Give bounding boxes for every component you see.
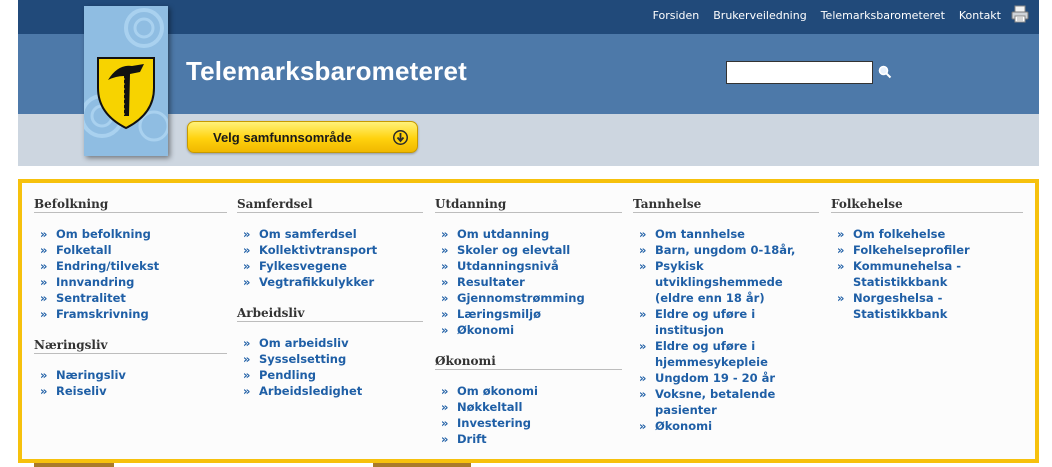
heading-utdanning: Utdanning bbox=[435, 197, 622, 213]
printer-icon[interactable] bbox=[1011, 5, 1029, 23]
menu-link[interactable]: Kollektivtransport bbox=[237, 242, 423, 258]
magnifier-icon[interactable] bbox=[878, 65, 892, 79]
circle-arrow-down-icon bbox=[393, 130, 408, 145]
menu-link[interactable]: Skoler og elevtall bbox=[435, 242, 622, 258]
menu-link[interactable]: Eldre og uføre i institusjon bbox=[633, 306, 819, 338]
menu-link[interactable]: Arbeidsledighet bbox=[237, 383, 423, 399]
menu-link[interactable]: Folkehelseprofiler bbox=[831, 242, 1023, 258]
heading-tannhelse: Tannhelse bbox=[633, 197, 819, 213]
nav-link-kontakt[interactable]: Kontakt bbox=[959, 9, 1001, 22]
menu-link[interactable]: Sentralitet bbox=[34, 290, 227, 306]
menu-link[interactable]: Pendling bbox=[237, 367, 423, 383]
menu-link[interactable]: Læringsmiljø bbox=[435, 306, 622, 322]
coat-of-arms-icon bbox=[84, 8, 168, 142]
menu-link[interactable]: Om tannhelse bbox=[633, 226, 819, 242]
menu-link[interactable]: Kommunehelsa - Statistikkbank bbox=[831, 258, 1023, 290]
menu-link[interactable]: Sysselsetting bbox=[237, 351, 423, 367]
menu-link[interactable]: Barn, ungdom 0-18år, bbox=[633, 242, 819, 258]
nav-link-brukerveiledning[interactable]: Brukerveiledning bbox=[713, 9, 806, 22]
list-folkehelse: Om folkehelse Folkehelseprofiler Kommune… bbox=[831, 226, 1023, 322]
menu-column-5: Folkehelse Om folkehelse Folkehelseprofi… bbox=[831, 197, 1023, 322]
list-befolkning: Om befolkning Folketall Endring/tilvekst… bbox=[34, 226, 227, 322]
menu-link[interactable]: Fylkesvegene bbox=[237, 258, 423, 274]
list-naeringsliv: Næringsliv Reiseliv bbox=[34, 367, 227, 399]
site-title[interactable]: Telemarksbarometeret bbox=[186, 56, 467, 87]
menu-link[interactable]: Ungdom 19 - 20 år bbox=[633, 370, 819, 386]
thumbnail-strip bbox=[34, 463, 114, 467]
heading-folkehelse: Folkehelse bbox=[831, 197, 1023, 213]
menu-link[interactable]: Endring/tilvekst bbox=[34, 258, 227, 274]
menu-link[interactable]: Voksne, betalende pasienter bbox=[633, 386, 819, 418]
menu-link[interactable]: Vegtrafikkulykker bbox=[237, 274, 423, 290]
search-input[interactable] bbox=[726, 61, 873, 84]
top-utility-bar: Forsiden Brukerveiledning Telemarksbarom… bbox=[18, 0, 1039, 34]
select-area-label: Velg samfunnsområde bbox=[213, 130, 352, 145]
menu-link[interactable]: Om arbeidsliv bbox=[237, 335, 423, 351]
menu-column-4: Tannhelse Om tannhelse Barn, ungdom 0-18… bbox=[633, 197, 819, 434]
thumbnail-strip bbox=[373, 463, 471, 467]
heading-samferdsel: Samferdsel bbox=[237, 197, 423, 213]
menu-link[interactable]: Om utdanning bbox=[435, 226, 622, 242]
heading-befolkning: Befolkning bbox=[34, 197, 227, 213]
heading-naeringsliv: Næringsliv bbox=[34, 338, 227, 354]
menu-link[interactable]: Psykisk utviklingshemmede (eldre enn 18 … bbox=[633, 258, 819, 306]
menu-link[interactable]: Næringsliv bbox=[34, 367, 227, 383]
menu-link[interactable]: Om økonomi bbox=[435, 383, 622, 399]
menu-link[interactable]: Utdanningsnivå bbox=[435, 258, 622, 274]
site-logo[interactable] bbox=[84, 6, 168, 156]
list-utdanning: Om utdanning Skoler og elevtall Utdannin… bbox=[435, 226, 622, 338]
menu-link[interactable]: Innvandring bbox=[34, 274, 227, 290]
menu-link[interactable]: Reiseliv bbox=[34, 383, 227, 399]
nav-link-forsiden[interactable]: Forsiden bbox=[653, 9, 700, 22]
menu-link[interactable]: Eldre og uføre i hjemmesykepleie bbox=[633, 338, 819, 370]
list-okonomi: Om økonomi Nøkkeltall Investering Drift bbox=[435, 383, 622, 447]
menu-column-3: Utdanning Om utdanning Skoler og elevtal… bbox=[435, 197, 622, 447]
header-subband bbox=[18, 114, 1039, 166]
menu-column-1: Befolkning Om befolkning Folketall Endri… bbox=[34, 197, 227, 399]
heading-arbeidsliv: Arbeidsliv bbox=[237, 306, 423, 322]
menu-link[interactable]: Om samferdsel bbox=[237, 226, 423, 242]
menu-link[interactable]: Nøkkeltall bbox=[435, 399, 622, 415]
menu-link[interactable]: Om folkehelse bbox=[831, 226, 1023, 242]
menu-link[interactable]: Økonomi bbox=[633, 418, 819, 434]
menu-link[interactable]: Økonomi bbox=[435, 322, 622, 338]
select-area-button[interactable]: Velg samfunnsområde bbox=[187, 121, 418, 153]
area-menu-panel: Befolkning Om befolkning Folketall Endri… bbox=[18, 179, 1039, 463]
list-arbeidsliv: Om arbeidsliv Sysselsetting Pendling Arb… bbox=[237, 335, 423, 399]
menu-link[interactable]: Gjennomstrømming bbox=[435, 290, 622, 306]
menu-link[interactable]: Drift bbox=[435, 431, 622, 447]
top-nav: Forsiden Brukerveiledning Telemarksbarom… bbox=[653, 9, 1001, 22]
menu-link[interactable]: Norgeshelsa - Statistikkbank bbox=[831, 290, 1023, 322]
nav-link-telemarksbarometeret[interactable]: Telemarksbarometeret bbox=[821, 9, 945, 22]
menu-column-2: Samferdsel Om samferdsel Kollektivtransp… bbox=[237, 197, 423, 399]
list-samferdsel: Om samferdsel Kollektivtransport Fylkesv… bbox=[237, 226, 423, 290]
menu-link[interactable]: Resultater bbox=[435, 274, 622, 290]
heading-okonomi: Økonomi bbox=[435, 354, 622, 370]
menu-link[interactable]: Om befolkning bbox=[34, 226, 227, 242]
menu-link[interactable]: Folketall bbox=[34, 242, 227, 258]
menu-link[interactable]: Investering bbox=[435, 415, 622, 431]
menu-link[interactable]: Framskrivning bbox=[34, 306, 227, 322]
list-tannhelse: Om tannhelse Barn, ungdom 0-18år, Psykis… bbox=[633, 226, 819, 434]
